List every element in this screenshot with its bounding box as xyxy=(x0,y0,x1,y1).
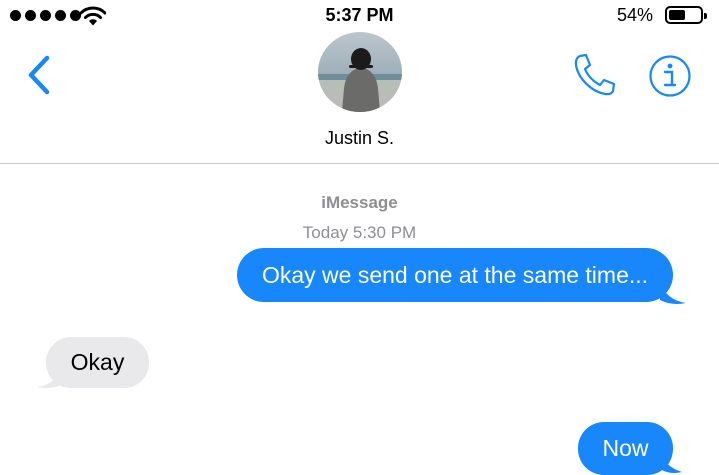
call-button[interactable] xyxy=(571,52,619,98)
message-bubble-received[interactable]: Okay xyxy=(46,337,149,388)
message-bubble-sent[interactable]: Now xyxy=(578,422,673,475)
conversation-header: Justin S. xyxy=(0,32,719,164)
contact-name[interactable]: Justin S. xyxy=(0,128,719,149)
info-icon xyxy=(649,55,691,97)
message-text: Okay xyxy=(70,349,125,375)
message-text: Okay we send one at the same time... xyxy=(261,261,649,288)
avatar[interactable] xyxy=(318,32,402,112)
battery-percentage: 54% xyxy=(616,5,653,25)
chevron-left-icon xyxy=(28,55,50,95)
message-timestamp: Today 5:30 PM xyxy=(302,223,417,242)
back-button[interactable] xyxy=(20,50,60,100)
info-button[interactable] xyxy=(648,54,692,98)
message-text: Now xyxy=(602,435,649,461)
status-time: 5:37 PM xyxy=(325,5,394,25)
status-bar: 5:37 PM 54% xyxy=(0,0,719,32)
message-bubble-sent[interactable]: Okay we send one at the same time... xyxy=(237,248,673,302)
service-label: iMessage xyxy=(321,193,398,212)
battery-icon xyxy=(665,6,707,24)
phone-icon xyxy=(574,53,616,96)
